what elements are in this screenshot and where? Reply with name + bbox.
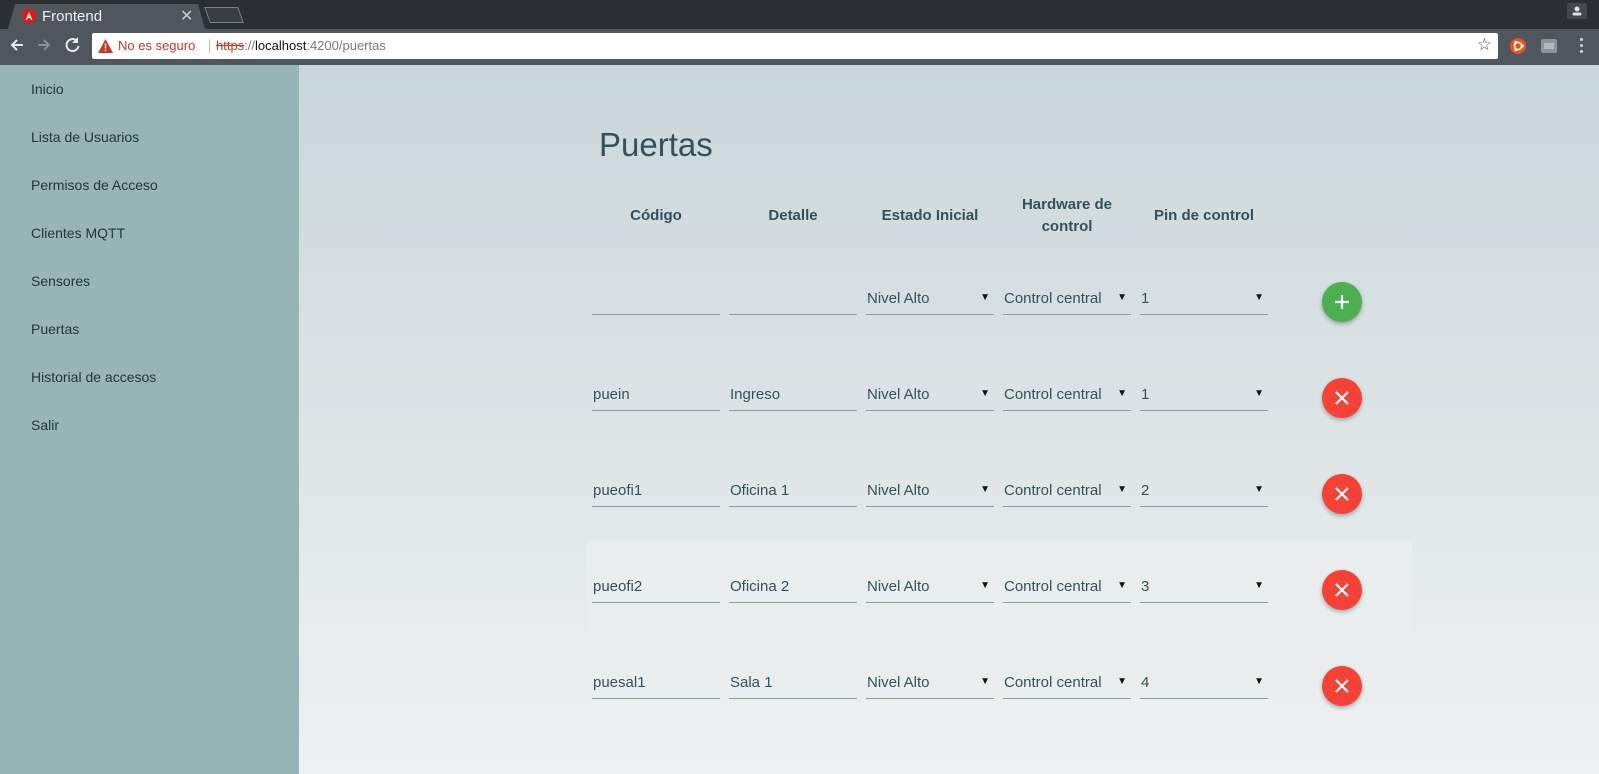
column-header-detalle: Detalle [768, 207, 818, 224]
detalle-input[interactable]: Oficina 1 [729, 477, 857, 507]
dropdown-arrow-icon: ▼ [1117, 388, 1127, 399]
delete-door-button[interactable] [1322, 378, 1362, 418]
url-host: localhost [255, 38, 307, 53]
pin-control-select[interactable]: 1 ▼ [1140, 285, 1268, 315]
url-separator: :// [244, 38, 256, 53]
extension-ubuntu-icon[interactable] [1509, 37, 1527, 55]
url-text[interactable]: https://localhost:4200/puertas [216, 38, 386, 53]
column-header-hardware-control: Hardware de control [1021, 196, 1113, 235]
address-bar[interactable]: No es seguro https://localhost:4200/puer… [92, 33, 1498, 59]
sidebar: Inicio Lista de Usuarios Permisos de Acc… [0, 65, 299, 774]
pin-control-select[interactable]: 4 ▼ [1140, 669, 1268, 699]
close-icon [1335, 391, 1349, 405]
browser-tab-strip: Frontend ✕ [0, 0, 1599, 29]
reload-icon[interactable] [59, 32, 85, 58]
dropdown-arrow-icon: ▼ [1117, 292, 1127, 303]
sidebar-item-historial-accesos[interactable]: Historial de accesos [31, 369, 156, 385]
detalle-input[interactable]: Sala 1 [729, 669, 857, 699]
angular-logo-icon [22, 9, 36, 24]
delete-door-button[interactable] [1322, 474, 1362, 514]
bookmark-star-icon[interactable]: ☆ [1477, 35, 1492, 55]
codigo-input[interactable]: puein [592, 381, 720, 411]
dropdown-arrow-icon: ▼ [980, 388, 990, 399]
codigo-input[interactable] [592, 285, 720, 315]
close-icon [1335, 679, 1349, 693]
hardware-control-select[interactable]: Control central ▼ [1003, 381, 1131, 411]
dropdown-arrow-icon: ▼ [980, 580, 990, 591]
pin-control-select[interactable]: 2 ▼ [1140, 477, 1268, 507]
profile-icon[interactable] [1567, 3, 1587, 19]
pin-control-select[interactable]: 3 ▼ [1140, 573, 1268, 603]
sidebar-item-sensores[interactable]: Sensores [31, 273, 90, 289]
delete-door-button[interactable] [1322, 666, 1362, 706]
pin-control-select[interactable]: 1 ▼ [1140, 381, 1268, 411]
main-content [299, 65, 1599, 774]
dropdown-arrow-icon: ▼ [1254, 580, 1264, 591]
sidebar-item-salir[interactable]: Salir [31, 417, 59, 433]
forward-arrow-icon[interactable] [31, 32, 57, 58]
detalle-input[interactable] [729, 285, 857, 315]
sidebar-item-puertas[interactable]: Puertas [31, 321, 79, 337]
browser-tab[interactable]: Frontend ✕ [8, 4, 205, 29]
dropdown-arrow-icon: ▼ [1117, 580, 1127, 591]
hardware-control-select[interactable]: Control central ▼ [1003, 477, 1131, 507]
column-header-codigo: Código [630, 207, 682, 224]
close-icon [1335, 583, 1349, 597]
tab-close-icon[interactable]: ✕ [180, 6, 193, 26]
add-door-button[interactable] [1322, 282, 1362, 322]
dropdown-arrow-icon: ▼ [1254, 388, 1264, 399]
page-title: Puertas [599, 126, 713, 163]
dropdown-arrow-icon: ▼ [1117, 484, 1127, 495]
new-tab-button[interactable] [204, 7, 244, 23]
estado-inicial-select[interactable]: Nivel Alto ▼ [866, 285, 994, 315]
tab-title: Frontend [42, 8, 103, 25]
estado-inicial-select[interactable]: Nivel Alto ▼ [866, 477, 994, 507]
security-status[interactable]: No es seguro [118, 38, 195, 53]
sidebar-item-inicio[interactable]: Inicio [31, 81, 64, 97]
extension-gray-icon[interactable] [1540, 37, 1558, 55]
url-scheme: https [216, 38, 245, 53]
detalle-input[interactable]: Oficina 2 [729, 573, 857, 603]
delete-door-button[interactable] [1322, 570, 1362, 610]
column-header-pin-control: Pin de control [1153, 207, 1254, 224]
plus-icon [1335, 295, 1349, 309]
dropdown-arrow-icon: ▼ [1254, 292, 1264, 303]
sidebar-item-permisos-acceso[interactable]: Permisos de Acceso [31, 177, 158, 193]
dropdown-arrow-icon: ▼ [980, 484, 990, 495]
hardware-control-select[interactable]: Control central ▼ [1003, 669, 1131, 699]
browser-toolbar: No es seguro https://localhost:4200/puer… [0, 29, 1599, 65]
hardware-control-select[interactable]: Control central ▼ [1003, 573, 1131, 603]
dropdown-arrow-icon: ▼ [1117, 676, 1127, 687]
url-path: :4200/puertas [306, 38, 386, 53]
back-arrow-icon[interactable] [4, 32, 30, 58]
close-icon [1335, 487, 1349, 501]
estado-inicial-select[interactable]: Nivel Alto ▼ [866, 669, 994, 699]
dropdown-arrow-icon: ▼ [1254, 484, 1264, 495]
hardware-control-select[interactable]: Control central ▼ [1003, 285, 1131, 315]
warning-icon [98, 39, 113, 53]
estado-inicial-select[interactable]: Nivel Alto ▼ [866, 381, 994, 411]
dropdown-arrow-icon: ▼ [980, 292, 990, 303]
codigo-input[interactable]: puesal1 [592, 669, 720, 699]
column-header-estado-inicial: Estado Inicial [881, 207, 979, 224]
address-separator [209, 39, 210, 53]
detalle-input[interactable]: Ingreso [729, 381, 857, 411]
codigo-input[interactable]: pueofi1 [592, 477, 720, 507]
dropdown-arrow-icon: ▼ [1254, 676, 1264, 687]
browser-menu-icon[interactable] [1574, 35, 1588, 57]
estado-inicial-select[interactable]: Nivel Alto ▼ [866, 573, 994, 603]
sidebar-item-lista-usuarios[interactable]: Lista de Usuarios [31, 129, 139, 145]
codigo-input[interactable]: pueofi2 [592, 573, 720, 603]
table-header-divider [587, 253, 1412, 254]
sidebar-item-clientes-mqtt[interactable]: Clientes MQTT [31, 225, 125, 241]
dropdown-arrow-icon: ▼ [980, 676, 990, 687]
